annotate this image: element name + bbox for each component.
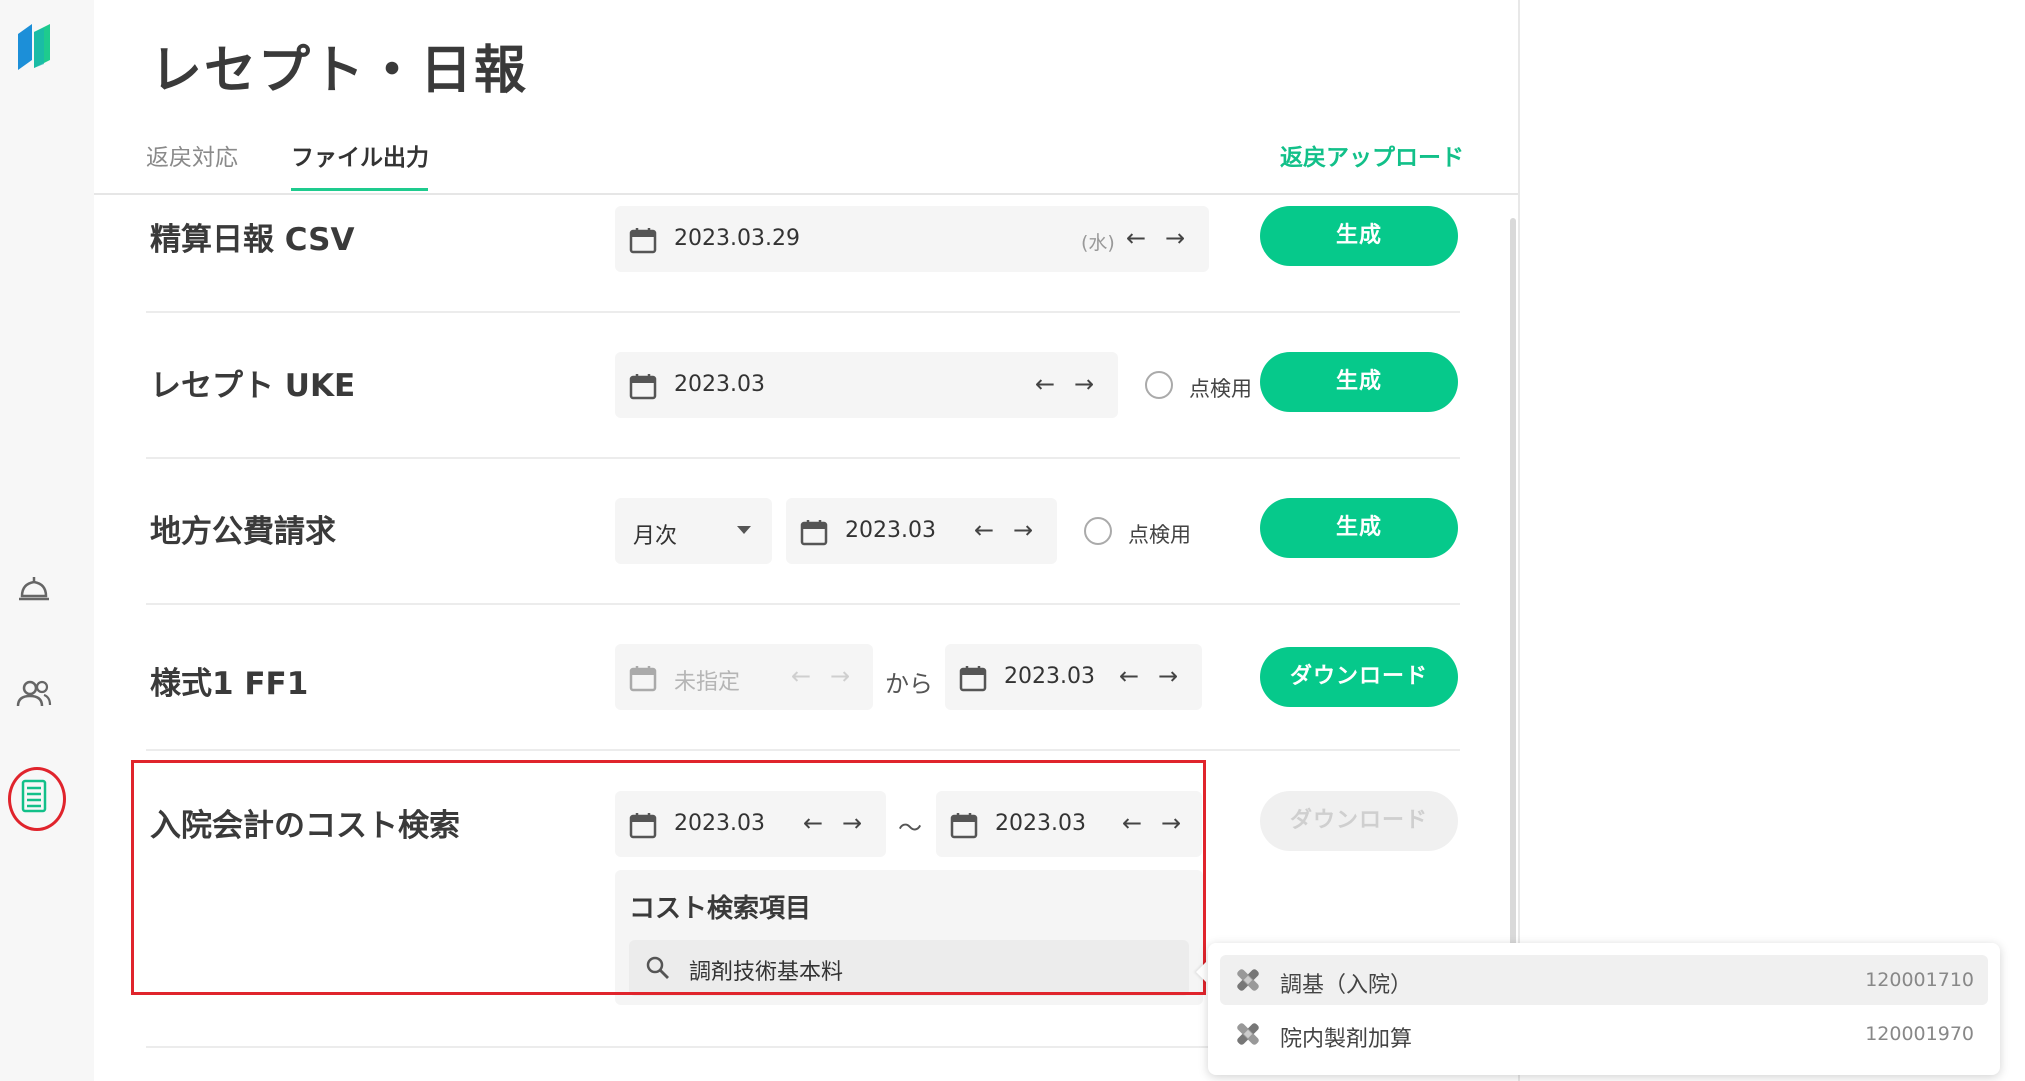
arrow-right-icon[interactable]: → (1158, 662, 1178, 690)
option-label: 院内製剤加算 (1280, 1027, 1413, 1052)
option-label: 調基（入院） (1280, 973, 1413, 998)
download-button-inpatient-cost[interactable]: ダウンロード (1260, 791, 1458, 851)
inspection-checkbox-uke[interactable] (1145, 371, 1173, 399)
cost-suggestion-dropdown: 調基（入院） 120001710 院内製剤加算 120001970 (1208, 943, 2000, 1075)
form1-to-value: 2023.03 (1004, 664, 1095, 689)
download-button-form1[interactable]: ダウンロード (1260, 647, 1458, 707)
bandage-icon (1237, 969, 1259, 991)
scrollbar[interactable] (1510, 218, 1516, 1018)
arrow-right-icon[interactable]: → (1074, 370, 1094, 398)
row-title-local-public: 地方公費請求 (150, 514, 336, 550)
calendar-icon (959, 666, 987, 692)
tab-file-output[interactable]: ファイル出力 (291, 138, 429, 172)
row-divider (146, 603, 1460, 605)
inspection-checkbox-local[interactable] (1084, 517, 1112, 545)
arrow-right-icon[interactable]: → (1013, 516, 1033, 544)
weekday-label: (水) (1081, 232, 1115, 254)
dropdown-option[interactable]: 調基（入院） 120001710 (1220, 955, 1988, 1005)
calendar-icon (800, 520, 828, 546)
form1-from-field[interactable]: 未指定 ← → (615, 644, 873, 710)
calendar-icon (629, 374, 657, 400)
arrow-left-icon[interactable]: ← (1126, 224, 1146, 252)
generate-button-local[interactable]: 生成 (1260, 498, 1458, 558)
period-select-value: 月次 (633, 524, 678, 549)
row-title-daily-csv: 精算日報 CSV (150, 222, 355, 258)
row-divider (146, 311, 1460, 313)
arrow-left-icon[interactable]: ← (974, 516, 994, 544)
arrow-right-icon[interactable]: → (1165, 224, 1185, 252)
bandage-icon (1237, 1023, 1259, 1045)
uke-date-value: 2023.03 (674, 372, 765, 397)
arrow-right-icon: → (830, 662, 851, 690)
daily-date-value: 2023.03.29 (674, 226, 800, 251)
generate-button-daily-csv[interactable]: 生成 (1260, 206, 1458, 266)
form1-from-placeholder: 未指定 (674, 670, 741, 695)
annotation-circle (8, 767, 66, 831)
form1-to-field[interactable]: 2023.03 ← → (945, 644, 1202, 710)
sidebar (0, 0, 95, 1081)
people-icon[interactable] (14, 674, 54, 714)
annotation-highlight-box (131, 760, 1206, 995)
returns-upload-link[interactable]: 返戻アップロード (1280, 138, 1464, 172)
generate-button-uke[interactable]: 生成 (1260, 352, 1458, 412)
arrow-left-icon[interactable]: ← (1035, 370, 1055, 398)
tab-returns[interactable]: 返戻対応 (146, 138, 238, 172)
local-date-value: 2023.03 (845, 518, 936, 543)
row-divider (146, 457, 1460, 459)
period-select[interactable]: 月次 (615, 498, 772, 564)
arrow-left-icon: ← (791, 662, 812, 690)
from-label: から (885, 670, 933, 698)
dropdown-pointer (1196, 960, 1208, 984)
arrow-left-icon[interactable]: ← (1119, 662, 1139, 690)
option-code: 120001970 (1865, 1023, 1974, 1045)
bell-icon[interactable] (14, 568, 54, 608)
inspection-label-uke: 点検用 (1189, 377, 1252, 401)
row-divider (146, 749, 1460, 751)
local-date-field[interactable]: 2023.03 ← → (786, 498, 1057, 564)
row-title-form1: 様式1 FF1 (150, 666, 309, 702)
page-title: レセプト・日報 (150, 41, 529, 101)
calendar-icon (629, 228, 657, 254)
chevron-down-icon (737, 526, 751, 534)
logo-icon[interactable] (16, 20, 52, 76)
uke-date-field[interactable]: 2023.03 ← → (615, 352, 1118, 418)
daily-date-field[interactable]: 2023.03.29 (水) ← → (615, 206, 1209, 272)
row-title-receipt-uke: レセプト UKE (150, 368, 356, 404)
dropdown-option[interactable]: 院内製剤加算 120001970 (1220, 1009, 1988, 1059)
calendar-icon (629, 666, 657, 692)
inspection-label-local: 点検用 (1128, 523, 1191, 547)
active-tab-indicator (291, 188, 428, 191)
option-code: 120001710 (1865, 969, 1974, 991)
header-divider (94, 193, 1518, 195)
